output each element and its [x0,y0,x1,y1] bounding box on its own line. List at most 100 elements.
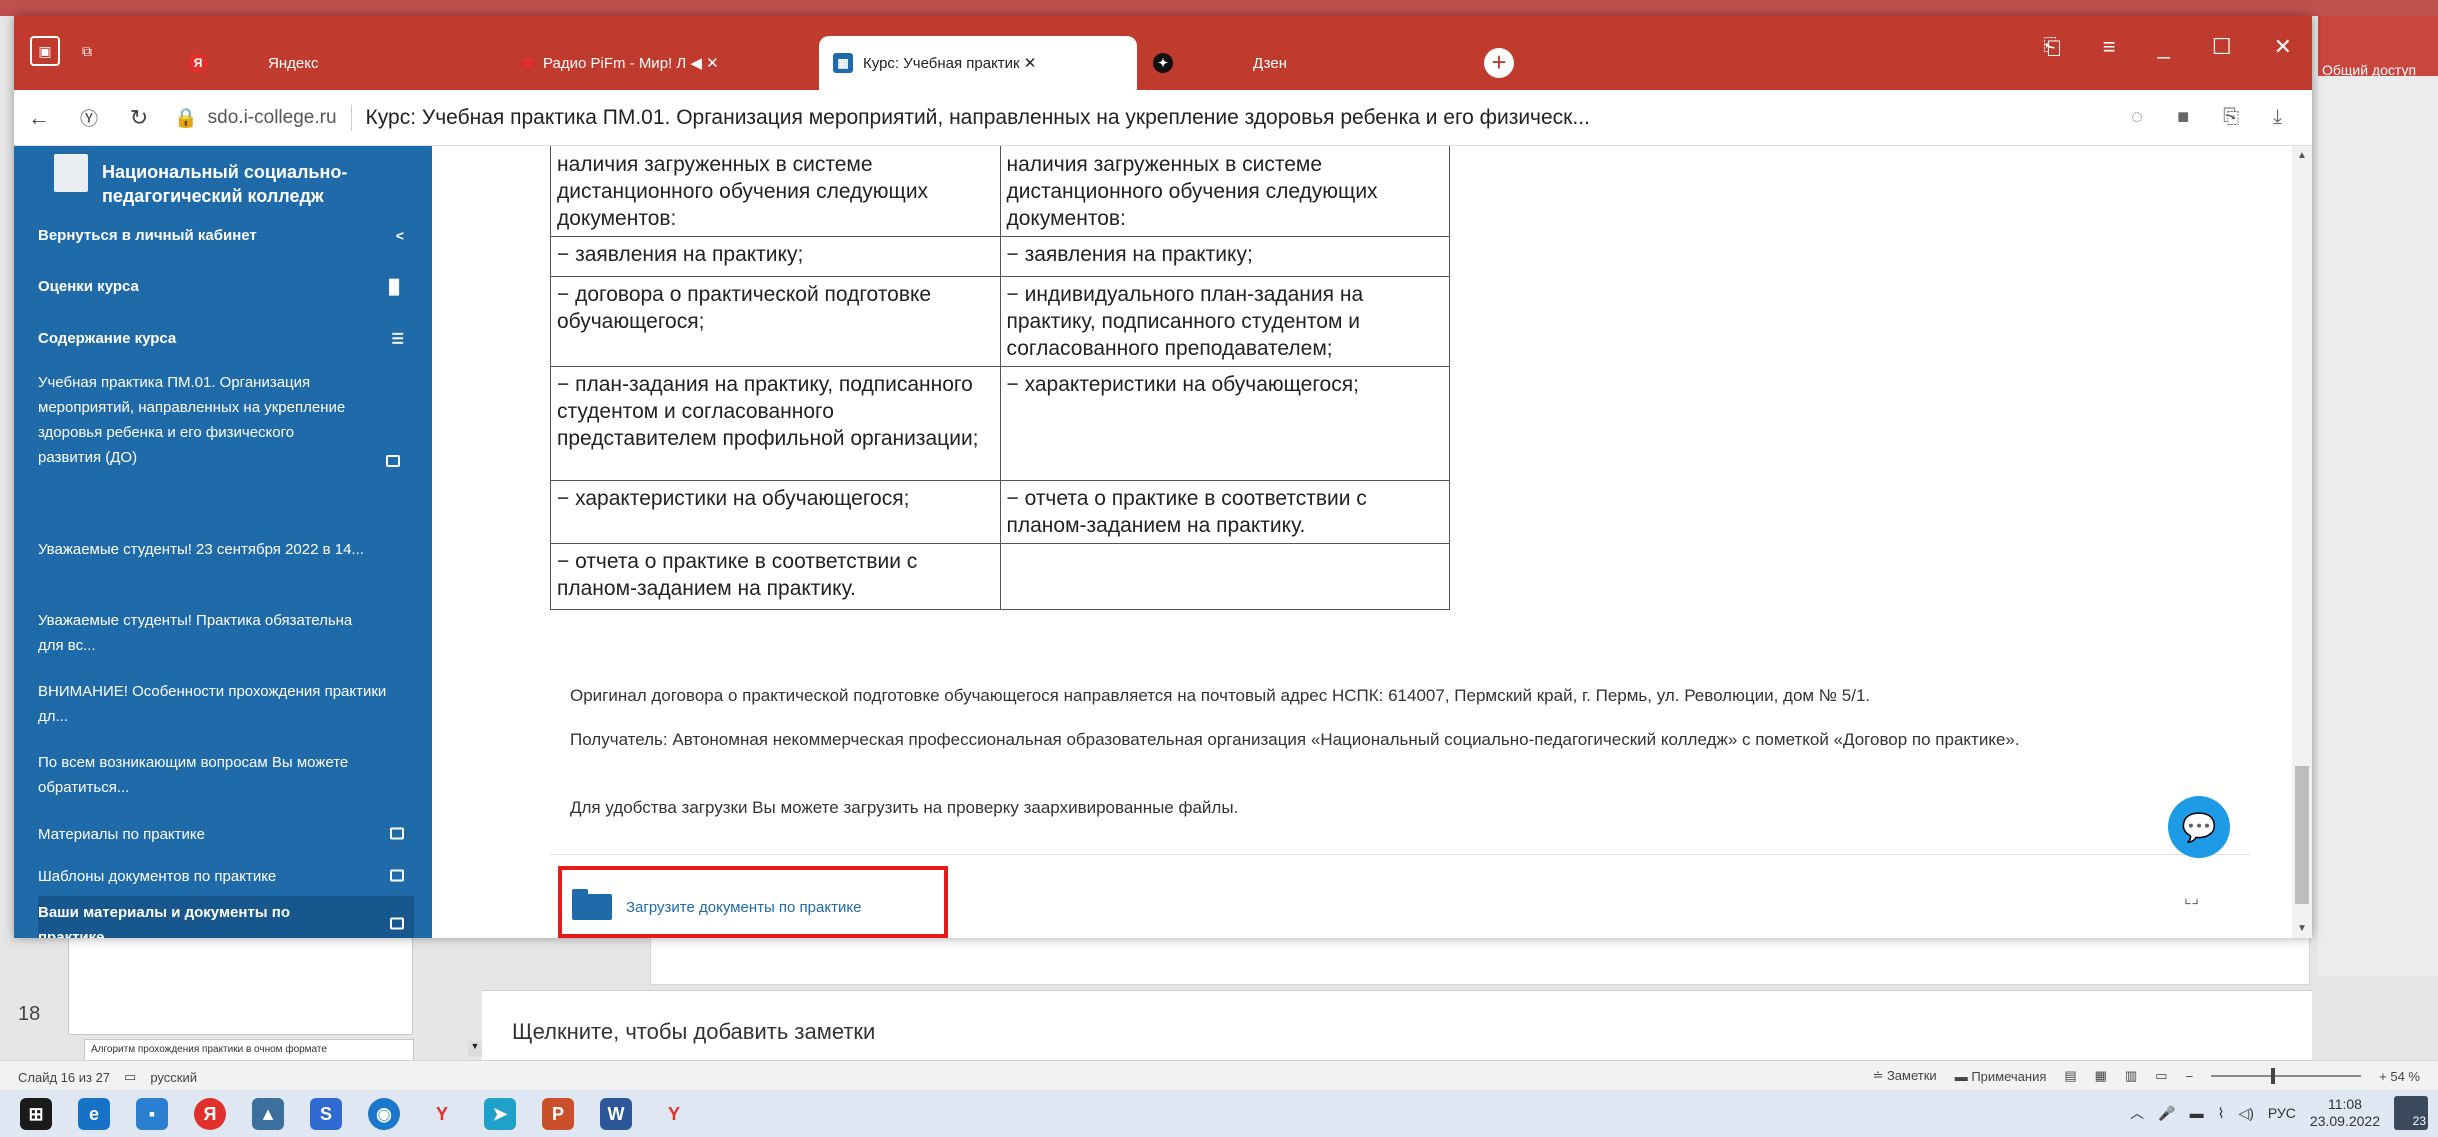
photos-icon[interactable]: ▲ [252,1098,284,1130]
sidebar-item-announce-1[interactable]: Уважаемые студенты! 23 сентября 2022 в 1… [38,537,398,562]
scroll-down-icon[interactable]: ▼ [2297,923,2307,934]
maximize-button[interactable]: ☐ [2212,34,2232,60]
slide-number: 18 [18,1003,41,1025]
share-button[interactable]: Общий доступ [2318,16,2438,78]
sidebar-item-materials[interactable]: Материалы по практике [38,822,414,847]
tab-yandex[interactable]: Я Яндекс [174,38,374,88]
start-icon[interactable]: ⊞ [20,1098,52,1130]
notes-toggle[interactable]: ≐ Заметки [1872,1068,1936,1084]
sidebar-item-label: Шаблоны документов по практике [38,868,277,885]
yandex-browser-icon[interactable]: Я [194,1098,226,1130]
ppt-title-strip [0,0,2438,16]
comments-toggle[interactable]: ▬ Примечания [1955,1069,2047,1084]
zoom-out-button[interactable]: − [2186,1069,2194,1084]
scroll-up-icon[interactable]: ▲ [2297,150,2307,161]
sidebar-item-practice[interactable]: Учебная практика ПМ.01. Организация меро… [38,370,348,470]
powerpoint-icon[interactable]: P [542,1098,574,1130]
share-icon[interactable]: ⎘ [2223,106,2239,129]
table-cell: − договора о практической подготовке обу… [550,276,1001,367]
paragraph-recipient: Получатель: Автономная некоммерческая пр… [570,730,2020,749]
volume-icon[interactable]: ◁) [2238,1105,2253,1122]
course-icon: ▦ [833,53,853,73]
word-icon[interactable]: W [600,1098,632,1130]
close-button[interactable]: ✕ [2274,34,2292,60]
page-scrollbar[interactable]: ▲ ▼ [2292,146,2312,938]
table-cell: − заявления на практику; [999,236,1450,277]
sidebar-item-grades[interactable]: Оценки курса ▐▌ [38,274,414,299]
new-tab-button[interactable]: + [1484,48,1514,78]
menu-icon[interactable]: ≡ [2103,34,2116,60]
status-language[interactable]: русский [150,1070,197,1085]
sidebar-item-attention[interactable]: ВНИМАНИЕ! Особенности прохождения практи… [38,679,414,729]
reading-list-icon[interactable]: ⎗ [2043,34,2061,60]
slide-canvas[interactable] [650,930,2310,985]
sorter-view-icon[interactable]: ▦ [2095,1068,2107,1084]
college-logo [54,154,88,192]
reading-view-icon[interactable]: ▥ [2125,1068,2137,1084]
table-cell: − индивидуального план-задания на практи… [999,276,1450,367]
ppt-right-panel [2318,76,2438,976]
clock[interactable]: 11:08 23.09.2022 [2310,1096,2380,1130]
yandex-music-icon[interactable]: Y [658,1098,690,1130]
sidebar-item-announce-2[interactable]: Уважаемые студенты! Практика обязательна… [38,608,368,658]
table-row: наличия загруженных в системе дистанцион… [550,146,1450,237]
sidebar-item-label: Вернуться в личный кабинет [38,227,257,244]
slideshow-view-icon[interactable]: ▭ [2155,1068,2167,1084]
url-field[interactable]: 🔒 sdo.i-college.ru [174,106,337,130]
tab-course[interactable]: ▦ Курс: Учебная практик ✕ [819,36,1137,90]
tab-zen[interactable]: ✦ Дзен [1139,38,1399,88]
sidebar-item-label: Учебная практика ПМ.01. Организация меро… [38,374,346,466]
sidebar-item-templates[interactable]: Шаблоны документов по практике [38,864,414,889]
mic-icon[interactable]: 🎤 [2158,1105,2175,1122]
sidebar-item-label: Уважаемые студенты! Практика обязательна… [38,612,353,654]
chart-icon: ▐▌ [384,278,404,294]
battery-icon[interactable]: ▬ [2190,1105,2204,1121]
scrollbar-thumb[interactable] [2295,766,2309,904]
tab-radio[interactable]: Радио PiFm - Мир! Л ◀ ✕ [509,38,809,88]
wifi-icon[interactable]: ⌇ [2218,1105,2225,1122]
sidebar-item-label: По всем возникающим вопросам Вы можете о… [38,754,349,796]
sidebar-item-questions[interactable]: По всем возникающим вопросам Вы можете о… [38,750,388,800]
minimize-button[interactable]: _ [2158,34,2170,60]
sidebar-item-contents[interactable]: Содержание курса ☰ [38,326,414,351]
slide-thumbnail-next[interactable]: Алгоритм прохождения практики в очном фо… [84,1039,414,1061]
sidebar-item-back[interactable]: Вернуться в личный кабинет < [38,223,414,248]
upload-documents-link[interactable]: Загрузите документы по практике [572,889,862,920]
slide-thumbnail[interactable] [68,935,413,1035]
tray-chevron-icon[interactable]: ︿ [2130,1103,2144,1123]
notes-placeholder: Щелкните, чтобы добавить заметки [512,1019,876,1044]
collections-icon[interactable]: ⧉ [72,36,102,66]
chat-button[interactable]: 💬 [2168,796,2230,858]
chat-icon: 💬 [2181,811,2217,843]
college-name[interactable]: Национальный социально- педагогический к… [102,160,347,208]
folder-icon [572,889,612,920]
tab-label: Курс: Учебная практик ✕ [863,55,1037,72]
sidebar-item-your-docs[interactable]: Ваши материалы и документы по практике [38,896,414,938]
edge-icon[interactable]: e [78,1098,110,1130]
store-icon[interactable]: ▪ [136,1098,168,1130]
chrome-icon[interactable]: ◉ [368,1098,400,1130]
spellcheck-icon[interactable]: ▭ [124,1069,136,1085]
teams-icon[interactable]: S [310,1098,342,1130]
sidebar-item-label: ВНИМАНИЕ! Особенности прохождения практи… [38,683,387,725]
notification-center-icon[interactable]: 23 [2394,1096,2428,1130]
normal-view-icon[interactable]: ▤ [2064,1068,2076,1084]
bookmark-icon[interactable]: ■ [2177,106,2189,129]
page-title[interactable]: Курс: Учебная практика ПМ.01. Организаци… [366,106,2132,130]
zoom-level[interactable]: + 54 % [2379,1069,2420,1084]
yandex-icon[interactable]: Y [426,1098,458,1130]
expand-icon[interactable]: ⌞⌟ [2184,888,2199,908]
telegram-icon[interactable]: ➤ [484,1098,516,1130]
thumbnail-scroll-down[interactable]: ▼ [468,1041,482,1057]
language-indicator[interactable]: РУС [2268,1105,2296,1121]
radio-icon [523,58,533,68]
back-button[interactable]: ← [14,105,64,131]
zoom-slider[interactable] [2211,1068,2362,1084]
comments-icon[interactable]: ◌ [2131,106,2143,129]
download-icon[interactable]: ⤓ [2273,106,2282,129]
tabs-overview-icon[interactable]: ▣ [30,36,60,66]
windows-taskbar: ⊞ e ▪ Я ▲ S ◉ Y ➤ P W Y ︿ 🎤 ▬ ⌇ ◁) РУС 1… [0,1090,2438,1137]
upload-label: Загрузите документы по практике [626,898,862,916]
yandex-button[interactable]: Ⓨ [64,105,114,131]
reload-button[interactable]: ↻ [114,105,164,131]
